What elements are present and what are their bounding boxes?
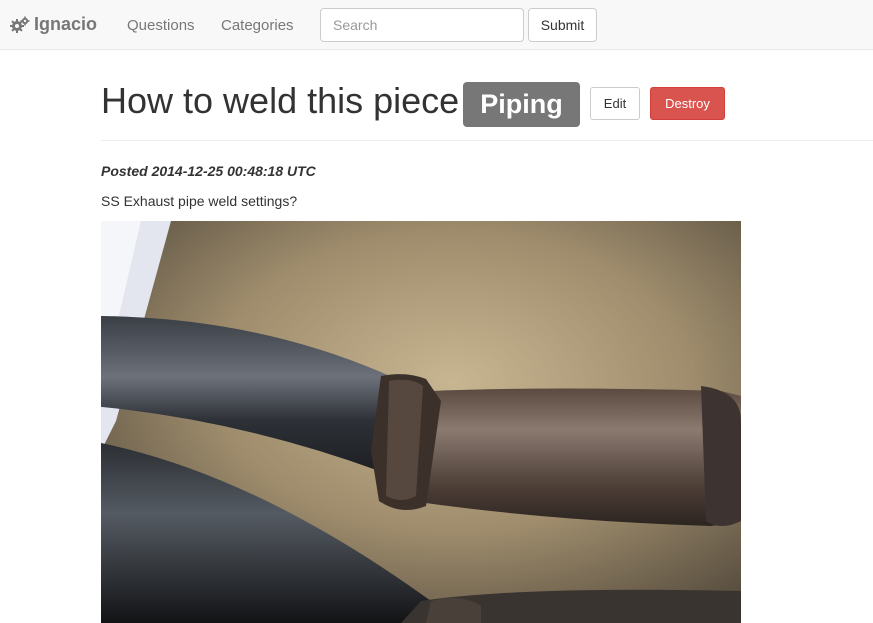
gears-icon — [10, 16, 30, 34]
edit-button[interactable]: Edit — [590, 87, 640, 120]
search-input[interactable] — [320, 8, 524, 42]
submit-button[interactable]: Submit — [528, 8, 597, 42]
posted-date: 2014-12-25 00:48:18 UTC — [151, 163, 316, 179]
posted-timestamp: Posted 2014-12-25 00:48:18 UTC — [101, 163, 316, 179]
title-divider — [101, 140, 873, 141]
category-badge: Piping — [463, 82, 580, 127]
brand-name: Ignacio — [34, 14, 98, 34]
question-body: SS Exhaust pipe weld settings? — [101, 193, 298, 209]
nav-link-questions[interactable]: Questions — [127, 17, 195, 34]
page-title: How to weld this piece — [101, 80, 460, 121]
nav-link-categories[interactable]: Categories — [221, 17, 294, 34]
destroy-button[interactable]: Destroy — [650, 87, 725, 120]
navbar: Ignacio Questions Categories Submit — [0, 0, 873, 50]
brand-link[interactable]: Ignacio — [10, 14, 97, 35]
posted-label: Posted — [101, 163, 148, 179]
question-image — [101, 221, 741, 623]
